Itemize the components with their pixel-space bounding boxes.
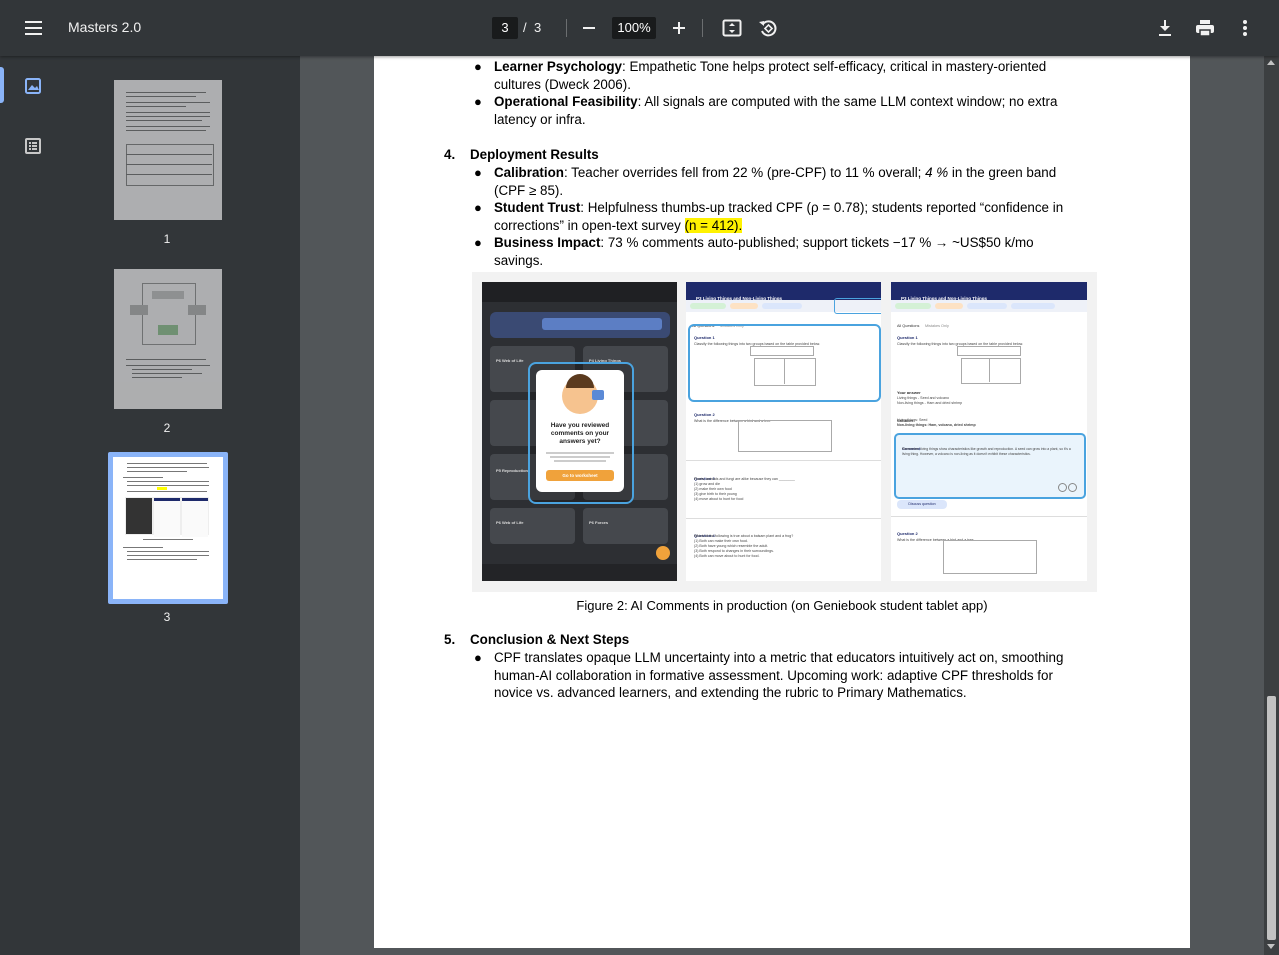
bullet-text-cont: latency or infra. (494, 111, 586, 127)
bullet-text-cont: cultures (Dweck 2006). (494, 76, 631, 92)
figure-caption: Figure 2: AI Comments in production (on … (576, 598, 988, 613)
thumbnail-label: 1 (163, 232, 171, 246)
figure-screenshot-middle: P3 Living Things and Non-Living Things A… (686, 282, 881, 581)
go-to-worksheet-button: Go to worksheet (546, 470, 614, 481)
scrollbar-thumb[interactable] (1267, 696, 1276, 940)
thumbnail-label: 2 (163, 421, 171, 435)
bullet-text: : All signals are computed with the same… (637, 94, 1058, 109)
toolbar-divider (566, 19, 567, 37)
fit-to-page-icon[interactable] (720, 16, 744, 40)
thumbnail-sidebar: 1 2 3 (0, 56, 300, 955)
page-number-input[interactable]: 3 (492, 17, 518, 39)
pdf-toolbar: Masters 2.0 3 / 3 100% (0, 0, 1279, 56)
page-thumbnail-3[interactable] (113, 457, 223, 599)
zoom-in-icon[interactable] (667, 16, 691, 40)
print-icon[interactable] (1193, 16, 1217, 40)
list-item: ● Operational Feasibility: All signals a… (474, 93, 1084, 128)
bullet-heading: Learner Psychology (494, 59, 623, 74)
section-heading-5: 5. Conclusion & Next Steps (444, 632, 630, 647)
figure-2: P6 Web of Life P4 Living Things P5 Repro… (472, 272, 1097, 592)
document-title: Masters 2.0 (68, 19, 142, 35)
thumbnails-tab-icon[interactable] (18, 71, 48, 101)
list-item: ● Business Impact: 73 % comments auto-pu… (474, 235, 1034, 268)
scroll-down-arrow-icon[interactable] (1267, 944, 1275, 949)
thumbnail-label: 3 (163, 610, 171, 624)
ai-comment-box: Comment Remember, living things show cha… (894, 433, 1086, 499)
review-modal: Have you reviewed comments on your answe… (536, 370, 624, 492)
list-item: ● Student Trust: Helpfulness thumbs-up t… (474, 200, 1064, 233)
rotate-icon[interactable] (756, 16, 780, 40)
more-options-icon[interactable] (1233, 16, 1257, 40)
page-separator: / (523, 20, 527, 35)
page-thumbnail-2[interactable] (114, 269, 222, 409)
list-item: ● CPF translates opaque LLM uncertainty … (474, 650, 1064, 701)
list-item: ● Learner Psychology: Empathetic Tone he… (474, 58, 1084, 93)
zoom-out-icon[interactable] (577, 16, 601, 40)
download-icon[interactable] (1153, 16, 1177, 40)
page-total: 3 (534, 20, 542, 35)
bullet-heading: Operational Feasibility (494, 94, 638, 109)
pdf-page-3: ● Learner Psychology: Empathetic Tone he… (374, 56, 1190, 948)
figure-screenshot-right: P3 Living Things and Non-Living Things A… (891, 282, 1087, 581)
toolbar-divider (702, 19, 703, 37)
menu-icon[interactable] (18, 14, 50, 42)
figure-screenshot-left: P6 Web of Life P4 Living Things P5 Repro… (482, 282, 677, 581)
zoom-input[interactable]: 100% (612, 17, 656, 39)
vertical-scrollbar[interactable] (1264, 56, 1279, 955)
active-tab-indicator (0, 67, 4, 103)
section-heading-4: 4. Deployment Results (444, 147, 599, 162)
scroll-up-arrow-icon[interactable] (1267, 60, 1275, 65)
bullet-text: : Empathetic Tone helps protect self-eff… (622, 59, 1047, 74)
list-item: ● Calibration: Teacher overrides fell fr… (474, 165, 1057, 198)
outline-tab-icon[interactable] (18, 131, 48, 161)
highlighted-text[interactable]: (n = 412). (684, 217, 743, 233)
page-thumbnail-1[interactable] (114, 80, 222, 220)
